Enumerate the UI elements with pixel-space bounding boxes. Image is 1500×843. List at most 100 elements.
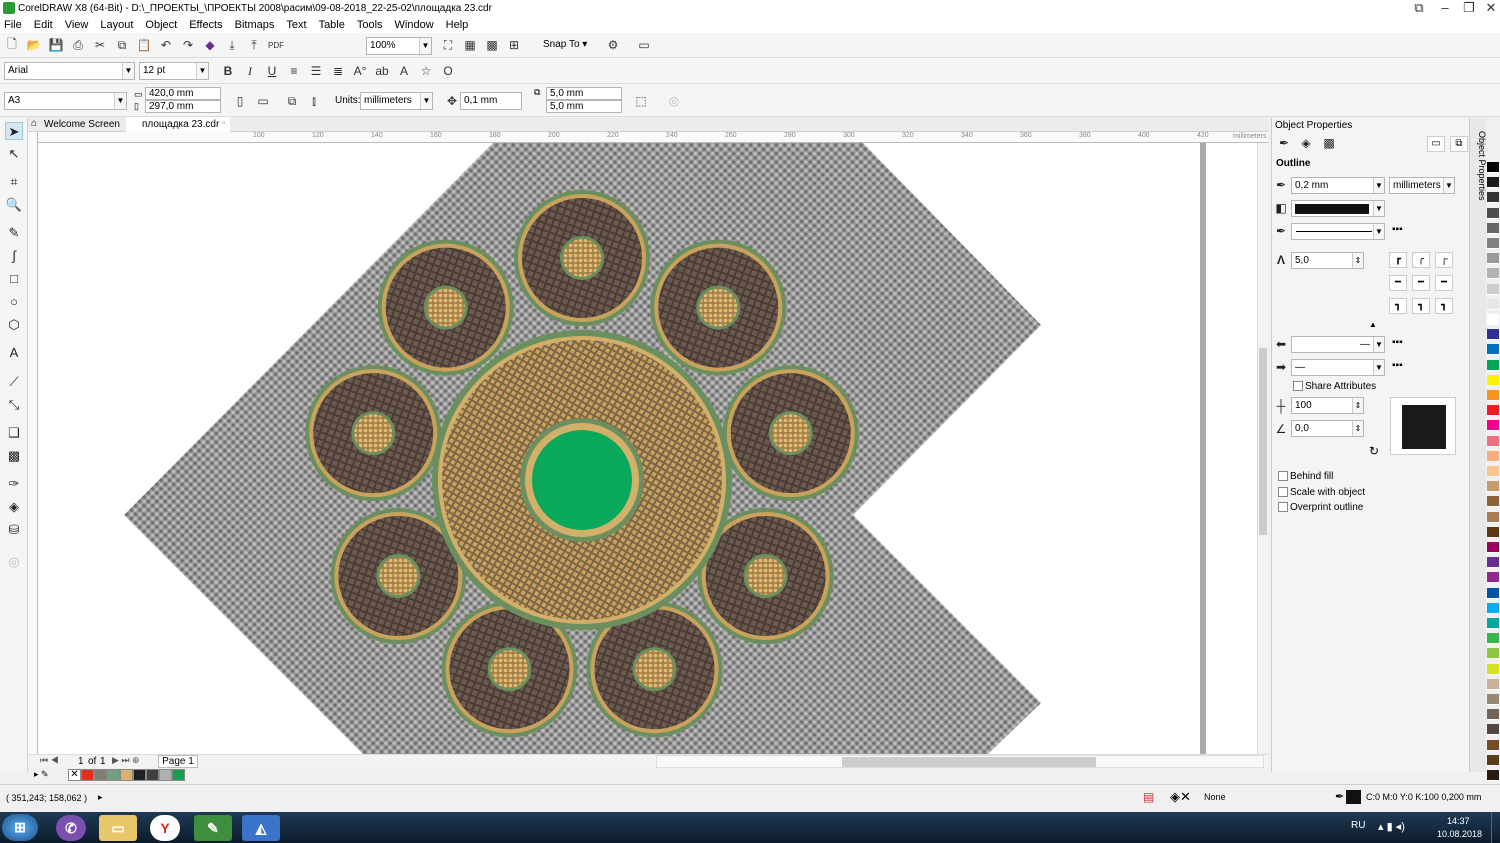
import-icon[interactable]: ⤓ xyxy=(224,37,240,53)
underline-icon[interactable]: U xyxy=(264,63,280,79)
transparency-icon[interactable]: ▩ xyxy=(5,447,23,465)
palette-swatch[interactable] xyxy=(1487,344,1499,356)
palette-swatch[interactable] xyxy=(1487,405,1499,417)
corner-round-icon[interactable]: ╭ xyxy=(1412,252,1430,268)
menu-edit[interactable]: Edit xyxy=(34,19,53,31)
palette-swatch[interactable] xyxy=(1487,268,1499,280)
palette-swatch[interactable] xyxy=(159,769,172,781)
minimize-button[interactable]: – xyxy=(1432,0,1458,17)
palette-swatch[interactable] xyxy=(1487,496,1499,508)
customize-icon[interactable]: ◎ xyxy=(5,553,23,571)
close-button[interactable]: ✕ xyxy=(1478,0,1500,17)
end-arrow-more-icon[interactable]: ▪▪▪ xyxy=(1392,360,1403,371)
interactive-fill-icon[interactable]: ◈ xyxy=(5,498,23,516)
font-list[interactable]: Arial ▼ xyxy=(4,62,135,80)
petal[interactable] xyxy=(377,239,514,376)
show-grid-icon[interactable]: ▩ xyxy=(484,37,500,53)
new-tab-icon[interactable]: ▫ xyxy=(222,118,226,129)
snap-to-dropdown[interactable]: Snap To ▾ xyxy=(543,39,587,50)
docker-side-tab[interactable]: Object Properties xyxy=(1469,118,1487,772)
italic-icon[interactable]: I xyxy=(242,63,258,79)
corner-bevel-icon[interactable]: ┌ xyxy=(1435,252,1453,268)
palette-swatch[interactable] xyxy=(1487,633,1499,645)
first-page-icon[interactable]: ⏮ ◀ xyxy=(40,755,59,766)
palette-swatch[interactable] xyxy=(1487,390,1499,401)
save-icon[interactable]: 💾 xyxy=(48,37,64,53)
favorite-icon[interactable]: ☆ xyxy=(418,63,434,79)
font-size-list[interactable]: 12 pt ▼ xyxy=(139,62,209,80)
menu-help[interactable]: Help xyxy=(446,19,469,31)
palette-swatch[interactable] xyxy=(1487,770,1499,781)
palette-swatch[interactable] xyxy=(1487,694,1499,705)
palette-swatch[interactable] xyxy=(1487,481,1499,493)
treat-as-filled-icon[interactable]: ⬚ xyxy=(633,93,649,109)
clock-date[interactable]: 10.08.2018 xyxy=(1437,829,1482,839)
miter-limit-field[interactable]: 5,0 ⇕ xyxy=(1291,252,1364,269)
outline-units-list[interactable]: millimeters ▼ xyxy=(1389,177,1455,194)
bullet-list-icon[interactable]: ☰ xyxy=(308,63,324,79)
expand-icon[interactable]: ▲ xyxy=(1369,320,1377,329)
palette-swatch[interactable] xyxy=(1487,207,1499,219)
artistic-media-icon[interactable]: ∫ xyxy=(5,247,23,265)
full-screen-icon[interactable]: ⛶ xyxy=(440,37,456,53)
portrait-icon[interactable]: ▯ xyxy=(232,93,248,109)
palette-swatch[interactable] xyxy=(1487,542,1499,553)
undo-icon[interactable]: ↶ xyxy=(158,37,174,53)
clock-time[interactable]: 14:37 xyxy=(1447,816,1470,826)
palette-swatch[interactable] xyxy=(1487,572,1499,584)
cut-icon[interactable]: ✂ xyxy=(92,37,108,53)
options-gear-icon[interactable]: ⚙ xyxy=(605,37,621,53)
nudge-field[interactable]: 0,1 mm xyxy=(460,92,522,110)
help-icon[interactable]: ⧉ xyxy=(1406,0,1432,17)
edit-text-icon[interactable]: ab xyxy=(374,63,390,79)
text-properties-icon[interactable]: A° xyxy=(352,63,368,79)
explorer-icon[interactable]: ▭ xyxy=(99,815,137,841)
duplicate-x-field[interactable]: 5,0 mm xyxy=(546,87,622,100)
print-icon[interactable]: ⎙ xyxy=(70,37,86,53)
vertical-scrollbar[interactable] xyxy=(1257,143,1268,754)
petal[interactable] xyxy=(650,239,787,376)
page-height-field[interactable]: 297,0 mm xyxy=(145,100,221,113)
palette-swatch[interactable] xyxy=(1487,450,1499,462)
menu-object[interactable]: Object xyxy=(145,19,177,31)
palette-swatch[interactable] xyxy=(1487,420,1499,432)
application-launcher-icon[interactable]: ▭ xyxy=(636,37,652,53)
open-icon[interactable]: 📂 xyxy=(26,37,42,53)
show-rulers-icon[interactable]: ▦ xyxy=(462,37,478,53)
drop-shadow-icon[interactable]: ❑ xyxy=(5,424,23,442)
menu-effects[interactable]: Effects xyxy=(189,19,222,31)
horizontal-text-icon[interactable]: A xyxy=(396,63,412,79)
menu-bitmaps[interactable]: Bitmaps xyxy=(235,19,275,31)
palette-swatch[interactable] xyxy=(107,769,120,781)
ruler-left[interactable] xyxy=(28,132,38,754)
cap-butt-icon[interactable]: ━ xyxy=(1389,275,1407,291)
paste-icon[interactable]: 📋 xyxy=(136,37,152,53)
landscape-icon[interactable]: ▭ xyxy=(255,93,271,109)
zoom-tool-icon[interactable]: 🔍 xyxy=(5,196,23,214)
cap-round-icon[interactable]: ━ xyxy=(1412,275,1430,291)
share-attributes-checkbox[interactable] xyxy=(1293,381,1303,391)
palette-swatch[interactable] xyxy=(1487,329,1499,341)
yandex-browser-icon[interactable]: Y xyxy=(150,815,180,841)
palette-swatch[interactable] xyxy=(94,769,107,781)
behind-fill-checkbox[interactable] xyxy=(1278,471,1288,481)
rectangle-tool-icon[interactable]: □ xyxy=(5,270,23,288)
palette-swatch[interactable] xyxy=(1487,359,1499,371)
position-outside-icon[interactable]: ┓ xyxy=(1389,298,1407,314)
cap-square-icon[interactable]: ━ xyxy=(1435,275,1453,291)
opentype-icon[interactable]: O xyxy=(440,63,456,79)
menu-window[interactable]: Window xyxy=(395,19,434,31)
palette-menu-icon[interactable]: ▸ ✎ xyxy=(34,769,49,780)
palette-swatch[interactable] xyxy=(1487,557,1499,569)
palette-swatch[interactable] xyxy=(1487,678,1499,690)
reset-nib-icon[interactable]: ↻ xyxy=(1369,444,1379,458)
position-center-icon[interactable]: ┓ xyxy=(1412,298,1430,314)
palette-swatch[interactable] xyxy=(1487,739,1499,751)
mosaic-drawing[interactable] xyxy=(38,143,1257,754)
export-icon[interactable]: ⤒ xyxy=(246,37,262,53)
text-tool-icon[interactable]: A xyxy=(5,344,23,362)
fill-none-icon[interactable]: ◈✕ xyxy=(1170,789,1191,805)
tray-icons[interactable]: ▴ ▮ ◂) xyxy=(1378,820,1405,833)
palette-swatch[interactable] xyxy=(1487,709,1499,721)
start-button[interactable]: ⊞ xyxy=(2,814,38,841)
